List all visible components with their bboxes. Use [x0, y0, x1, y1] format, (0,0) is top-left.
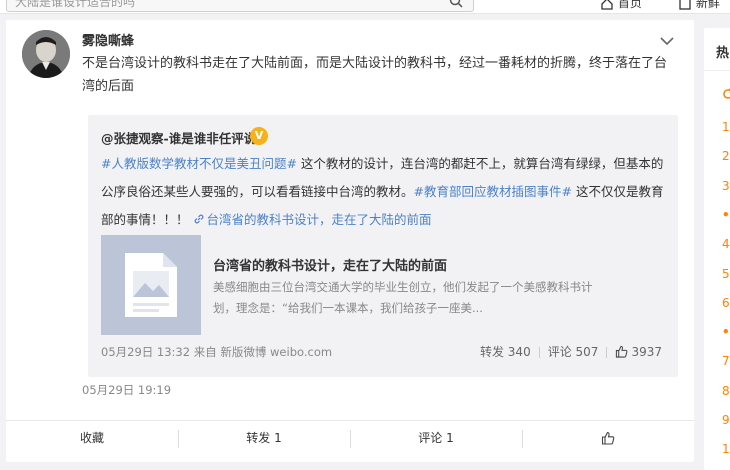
hot-list-rank[interactable]: • [722, 325, 730, 339]
repost-block[interactable]: @张捷观察-谁是谁非任评说 V #人教版数学教材不仅是美丑问题# 这个教材的设计… [88, 115, 678, 377]
post-text: 不是台湾设计的教科书走在了大陆前面，而是大陆设计的教科书，经过一番耗材的折腾，终… [82, 56, 668, 94]
action-bar: 收藏 转发 1 评论 1 [6, 420, 694, 454]
repost-stats: 转发 340 评论 507 3937 [480, 343, 662, 360]
hot-list-panel: 热 1 2 3 • 4 5 6 • 7 8 9 1 [704, 28, 730, 470]
search-box[interactable]: 大陆是谁设计适合的吗 [6, 0, 474, 12]
nav-new-label: 新鲜 [695, 0, 720, 10]
feed-card: 雾隐嘶蜂 不是台湾设计的教科书走在了大陆前面，而是大陆设计的教科书，经过一番耗材… [6, 20, 694, 462]
hot-list-rank[interactable]: 1 [722, 120, 730, 134]
comment-button[interactable]: 评论 1 [350, 421, 522, 454]
hot-list-rank[interactable]: 7 [722, 354, 730, 368]
hot-list-rank[interactable]: 5 [722, 267, 730, 281]
repost-comment-count[interactable]: 评论 507 [548, 345, 599, 359]
link-card-title[interactable]: 台湾省的教科书设计，走在了大陆的前面 [213, 255, 447, 274]
post-author-name[interactable]: 雾隐嘶蜂 [82, 30, 134, 49]
hot-list-rank[interactable]: 3 [722, 179, 730, 193]
thumbs-up-icon [601, 431, 615, 445]
verified-badge-icon: V [250, 127, 268, 145]
hot-list-rank[interactable]: 1 [722, 442, 730, 456]
repost-like-button[interactable]: 3937 [615, 345, 662, 359]
link-card[interactable]: 台湾省的教科书设计，走在了大陆的前面 美感细胞由三位台湾交通大学的毕业生创立，他… [101, 235, 593, 335]
divider [704, 70, 730, 71]
repost-like-count: 3937 [631, 345, 662, 359]
refresh-icon[interactable] [722, 88, 730, 100]
article-thumbnail-icon [101, 235, 201, 335]
hot-list-rank[interactable]: 8 [722, 384, 730, 398]
hot-list-rank[interactable]: 4 [722, 237, 730, 251]
repost-forward-count[interactable]: 转发 340 [480, 345, 531, 359]
repost-author[interactable]: @张捷观察-谁是谁非任评说 [101, 128, 256, 147]
post-timestamp[interactable]: 05月29日 19:19 [82, 382, 171, 398]
thumbs-up-icon [616, 345, 628, 358]
hashtag-link[interactable]: #教育部回应教材插图事件# [414, 184, 572, 199]
article-link-label: 台湾省的教科书设计，走在了大陆的前面 [206, 212, 432, 227]
article-link[interactable]: 台湾省的教科书设计，走在了大陆的前面 [189, 212, 432, 227]
favorite-button[interactable]: 收藏 [6, 421, 178, 454]
nav-home-label: 首页 [617, 0, 642, 10]
chevron-down-icon[interactable] [660, 31, 674, 50]
hot-list-rank[interactable]: 6 [722, 296, 730, 310]
link-icon [194, 214, 203, 224]
top-nav-bar: 大陆是谁设计适合的吗 首页 新鲜 [0, 0, 730, 14]
avatar[interactable] [22, 30, 70, 78]
repost-meta: 05月29日 13:32 来自 新版微博 weibo.com [101, 345, 333, 359]
hot-list-rank[interactable]: 9 [722, 413, 730, 427]
hot-list-rank[interactable]: • [722, 208, 730, 222]
hot-list-title[interactable]: 热 [716, 42, 729, 61]
forward-button[interactable]: 转发 1 [178, 421, 350, 454]
divider [606, 347, 608, 358]
compass-icon [679, 0, 691, 10]
hot-list-rank[interactable]: 2 [722, 149, 730, 163]
comment-label: 评论 1 [418, 431, 454, 445]
forward-label: 转发 1 [246, 431, 282, 445]
search-icon[interactable] [449, 0, 463, 12]
home-icon [601, 0, 613, 10]
link-card-description: 美感细胞由三位台湾交通大学的毕业生创立，他们发起了一个美感教科书计划，理念是：“… [213, 280, 593, 315]
hashtag-link[interactable]: #人教版数学教材不仅是美丑问题# [101, 156, 297, 171]
repost-text: #人教版数学教材不仅是美丑问题# 这个教材的设计，连台湾的都赶不上，就算台湾有绿… [101, 150, 671, 234]
like-button[interactable] [522, 421, 694, 454]
nav-home[interactable]: 首页 [600, 0, 642, 11]
divider [538, 347, 540, 358]
favorite-label: 收藏 [79, 431, 104, 445]
nav-new[interactable]: 新鲜 [678, 0, 720, 11]
search-input[interactable]: 大陆是谁设计适合的吗 [15, 0, 135, 10]
